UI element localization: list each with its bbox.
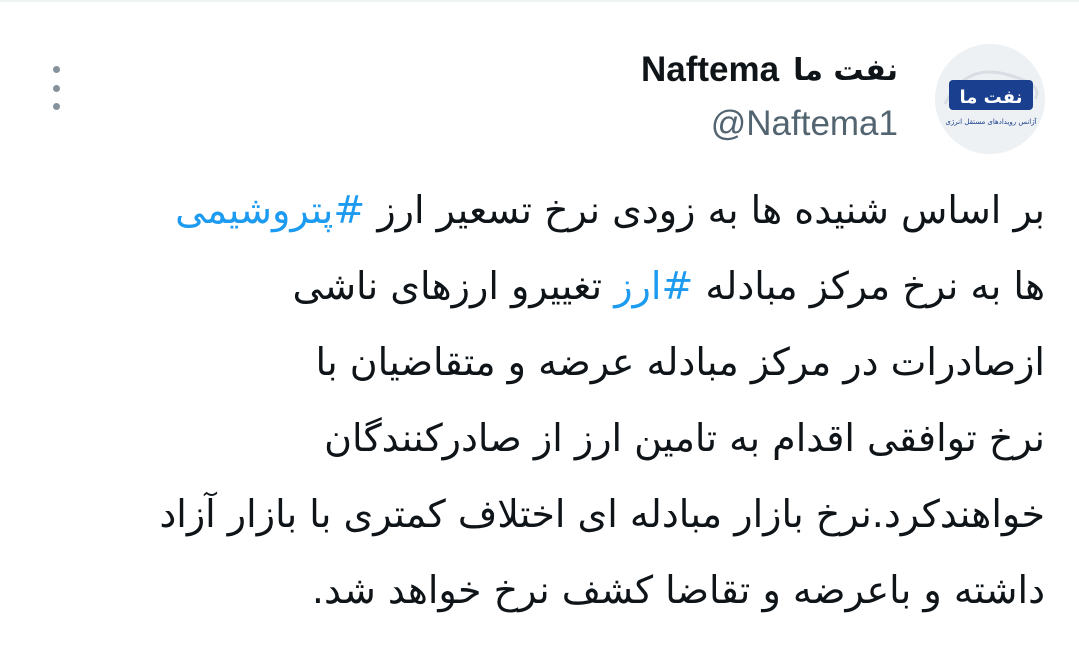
more-options-button[interactable]: [38, 66, 74, 110]
tweet-text-segment: تغییرو ارزهای ناشی: [292, 264, 615, 308]
tweet-card: نفت ما آژانس رویدادهای مستقل انرژی نفت م…: [0, 0, 1079, 656]
tweet-text-segment: ها به نرخ مرکز مبادله: [693, 264, 1045, 308]
avatar[interactable]: نفت ما آژانس رویدادهای مستقل انرژی: [935, 44, 1045, 154]
author-handle[interactable]: @Naftema1: [711, 104, 898, 144]
tweet-body: بر اساس شنیده ها به زودی نرخ تسعیر ارز #…: [25, 172, 1045, 628]
tweet-line-3: ازصادرات در مرکز مبادله عرضه و متقاضیان …: [315, 340, 1045, 384]
tweet-line-1: بر اساس شنیده ها به زودی نرخ تسعیر ارز #…: [25, 172, 1045, 248]
avatar-logo-text: نفت ما: [960, 87, 1023, 108]
tweet-line-6: داشته و باعرضه و تقاضا کشف نرخ خواهد شد.: [311, 568, 1045, 612]
tweet-line-5: خواهندکرد.نرخ بازار مبادله ای اختلاف کمت…: [159, 492, 1045, 536]
author-name-row[interactable]: نفت ما Naftema: [641, 50, 898, 90]
naftema-logo-icon: نفت ما آژانس رویدادهای مستقل انرژی: [935, 44, 1045, 154]
avatar-logo-subtext: آژانس رویدادهای مستقل انرژی: [945, 117, 1037, 126]
more-vertical-icon: [52, 66, 60, 73]
tweet-text-segment: بر اساس شنیده ها به زودی نرخ تسعیر ارز: [365, 188, 1045, 232]
display-name-english[interactable]: Naftema: [641, 50, 779, 90]
hashtag-petrochemical[interactable]: #پتروشیمی: [175, 188, 365, 232]
tweet-line-2: ها به نرخ مرکز مبادله #ارز تغییرو ارزهای…: [25, 248, 1045, 324]
tweet-line-4: نرخ توافقی اقدام به تامین ارز از صادرکنن…: [324, 416, 1045, 460]
more-vertical-icon: [52, 84, 60, 92]
display-name-persian[interactable]: نفت ما: [793, 53, 898, 88]
more-vertical-icon: [52, 103, 60, 110]
hashtag-currency[interactable]: #ارز: [614, 264, 693, 308]
divider: [0, 0, 1079, 2]
